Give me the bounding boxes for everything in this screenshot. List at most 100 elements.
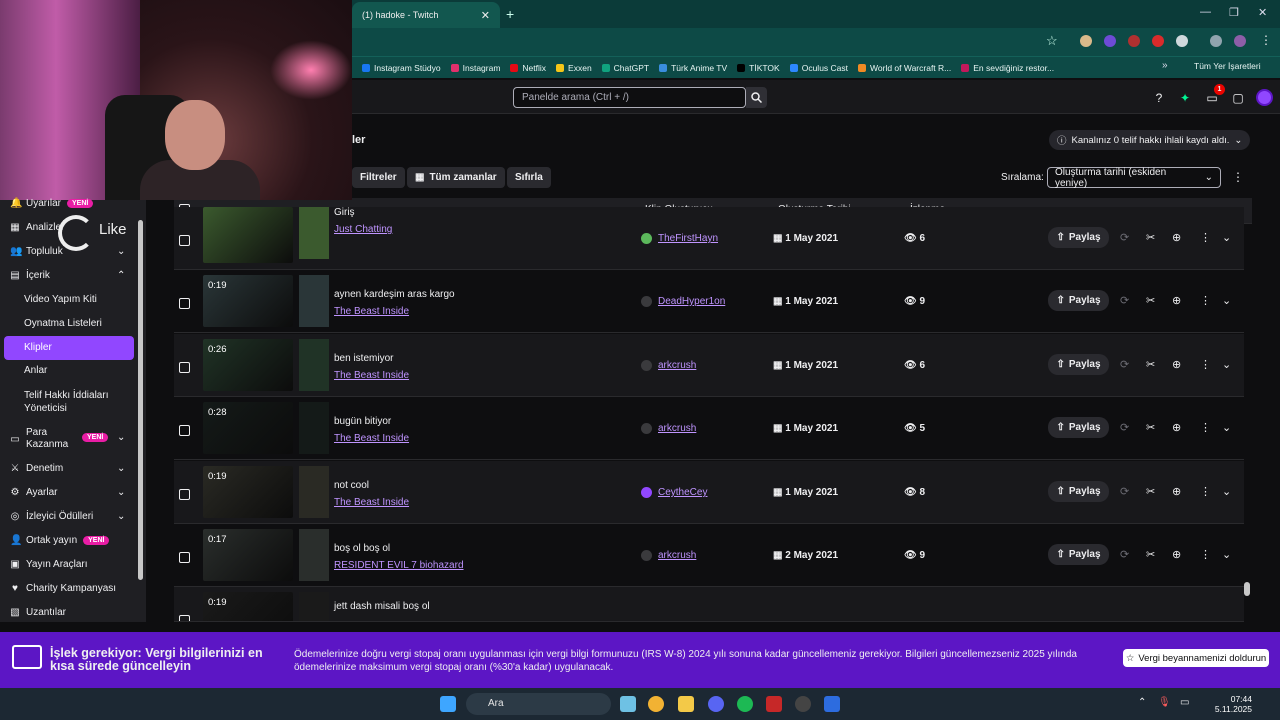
share-button[interactable]: ⇧ Paylaş xyxy=(1048,544,1109,565)
new-tab-button[interactable]: + xyxy=(506,6,514,22)
sort-select[interactable]: Oluşturma tarihi (eskiden yeniye) ⌄ xyxy=(1047,167,1221,189)
more-icon[interactable]: ⋮ xyxy=(1200,358,1211,371)
windows-start-icon[interactable] xyxy=(440,696,456,712)
clip-creator-link[interactable]: DeadHyper1on xyxy=(658,296,725,307)
more-icon[interactable]: ⋮ xyxy=(1200,548,1211,561)
row-checkbox[interactable] xyxy=(179,552,190,563)
clip-creator-link[interactable]: TheFirstHayn xyxy=(658,233,718,244)
taskbar-app-icon[interactable] xyxy=(766,696,782,712)
loop-icon[interactable]: ⟳ xyxy=(1120,294,1129,307)
bookmark-item[interactable]: Netflix xyxy=(510,63,546,73)
chevron-icon[interactable]: ⌄ xyxy=(117,246,125,257)
help-icon[interactable]: ? xyxy=(1151,90,1167,106)
plus-circle-icon[interactable]: ⊕ xyxy=(1172,421,1181,434)
steam-icon[interactable] xyxy=(795,696,811,712)
filters-button[interactable]: Filtreler xyxy=(352,167,405,188)
clip-thumbnail[interactable] xyxy=(203,207,293,263)
dashboard-search-input[interactable]: Panelde arama (Ctrl + /) xyxy=(513,87,746,108)
row-checkbox[interactable] xyxy=(179,235,190,246)
row-checkbox[interactable] xyxy=(179,489,190,500)
spotify-icon[interactable] xyxy=(737,696,753,712)
sidebar-item[interactable]: 👥 Topluluk xyxy=(10,246,63,257)
loop-icon[interactable]: ⟳ xyxy=(1120,485,1129,498)
clip-creator-link[interactable]: CeytheCey xyxy=(658,487,707,498)
sidebar-item[interactable]: ◎ İzleyici Ödülleri xyxy=(10,511,94,522)
user-avatar[interactable] xyxy=(1256,89,1273,106)
sparkle-icon[interactable]: ✦ xyxy=(1177,90,1193,106)
chrome-icon[interactable] xyxy=(648,696,664,712)
plus-circle-icon[interactable]: ⊕ xyxy=(1172,294,1181,307)
scissors-icon[interactable]: ✂ xyxy=(1146,421,1155,434)
bookmark-item[interactable]: Oculus Cast xyxy=(789,63,848,73)
share-button[interactable]: ⇧ Paylaş xyxy=(1048,417,1109,438)
extension-icon[interactable] xyxy=(1128,35,1140,47)
extension-icon[interactable] xyxy=(1104,35,1116,47)
more-icon[interactable]: ⋮ xyxy=(1200,421,1211,434)
sidebar-sub-item[interactable]: Anlar xyxy=(24,365,47,376)
taskbar-clock[interactable]: 07:44 5.11.2025 xyxy=(1204,694,1252,714)
maximize-button[interactable]: ❐ xyxy=(1229,6,1239,19)
search-button[interactable] xyxy=(746,87,767,108)
clip-game-link[interactable]: The Beast Inside xyxy=(334,306,409,317)
scissors-icon[interactable]: ✂ xyxy=(1146,231,1155,244)
expand-chevron-icon[interactable]: ⌄ xyxy=(1222,485,1231,498)
browser-tab[interactable]: (1) hadoke - Twitch ✕ xyxy=(352,2,500,28)
share-button[interactable]: ⇧ Paylaş xyxy=(1048,290,1109,311)
clip-game-link[interactable]: RESIDENT EVIL 7 biohazard xyxy=(334,560,464,571)
clip-game-link[interactable]: Just Chatting xyxy=(334,224,392,235)
scissors-icon[interactable]: ✂ xyxy=(1146,548,1155,561)
chevron-icon[interactable]: ⌄ xyxy=(117,463,125,474)
whispers-icon[interactable]: ▢ xyxy=(1230,90,1246,106)
bookmark-item[interactable]: Instagram Stüdyo xyxy=(362,63,441,73)
sidebar-item[interactable]: ▤ İçerik xyxy=(10,270,50,281)
network-icon[interactable]: ▭ xyxy=(1180,697,1189,708)
tray-chevron-icon[interactable]: ⌃ xyxy=(1138,697,1146,708)
sidebar-item[interactable]: ▦ Analizler xyxy=(10,222,64,233)
microphone-icon[interactable]: 🎙 xyxy=(1158,697,1171,708)
plus-circle-icon[interactable]: ⊕ xyxy=(1172,485,1181,498)
more-options-icon[interactable]: ⋮ xyxy=(1232,170,1244,184)
chevron-icon[interactable]: ⌄ xyxy=(117,487,125,498)
expand-chevron-icon[interactable]: ⌄ xyxy=(1222,421,1231,434)
bookmark-item[interactable]: Exxen xyxy=(556,63,592,73)
menu-icon[interactable]: ⋮ xyxy=(1260,33,1272,47)
share-button[interactable]: ⇧ Paylaş xyxy=(1048,354,1109,375)
clip-game-link[interactable]: The Beast Inside xyxy=(334,497,409,508)
minimize-button[interactable]: — xyxy=(1200,6,1211,18)
sidebar-item[interactable]: ⚔ Denetim xyxy=(10,463,64,474)
chevron-icon[interactable]: ⌃ xyxy=(117,270,125,281)
taskbar-app-icon[interactable] xyxy=(620,696,636,712)
sidebar-item[interactable]: ▧ Uzantılar xyxy=(10,607,66,618)
extension-icon[interactable] xyxy=(1152,35,1164,47)
taskbar-app-icon[interactable] xyxy=(824,696,840,712)
sidebar-sub-item[interactable]: Telif Hakkı İddiaları Yöneticisi xyxy=(24,389,124,415)
time-range-button[interactable]: ▦ Tüm zamanlar xyxy=(407,167,505,188)
plus-circle-icon[interactable]: ⊕ xyxy=(1172,358,1181,371)
sidebar-sub-item[interactable]: Video Yapım Kiti xyxy=(24,294,97,305)
row-checkbox[interactable] xyxy=(179,615,190,621)
scissors-icon[interactable]: ✂ xyxy=(1146,294,1155,307)
bookmark-item[interactable]: Instagram xyxy=(450,63,500,73)
clip-creator-link[interactable]: arkcrush xyxy=(658,360,696,371)
bookmark-item[interactable]: ChatGPT xyxy=(601,63,649,73)
sidebar-sub-item[interactable]: Klipler xyxy=(24,342,52,353)
discord-icon[interactable] xyxy=(708,696,724,712)
scissors-icon[interactable]: ✂ xyxy=(1146,485,1155,498)
expand-chevron-icon[interactable]: ⌄ xyxy=(1222,294,1231,307)
more-icon[interactable]: ⋮ xyxy=(1200,231,1211,244)
plus-circle-icon[interactable]: ⊕ xyxy=(1172,231,1181,244)
row-checkbox[interactable] xyxy=(179,425,190,436)
tab-close-icon[interactable]: ✕ xyxy=(481,9,490,22)
clip-creator-link[interactable]: arkcrush xyxy=(658,423,696,434)
profile-avatar[interactable] xyxy=(1234,35,1246,47)
tax-form-button[interactable]: ☆ Vergi beyannamenizi doldurun xyxy=(1123,649,1269,667)
extensions-puzzle-icon[interactable] xyxy=(1176,35,1188,47)
sidebar-scrollbar[interactable] xyxy=(138,220,143,580)
sidebar-item[interactable]: 👤 Ortak yayın YENİ xyxy=(10,535,110,546)
bookmark-item[interactable]: TİKTOK xyxy=(737,63,780,73)
more-icon[interactable]: ⋮ xyxy=(1200,485,1211,498)
sidebar-item[interactable]: ▭ Para Kazanma YENİ xyxy=(10,427,109,451)
loop-icon[interactable]: ⟳ xyxy=(1120,421,1129,434)
extension-icon[interactable] xyxy=(1080,35,1092,47)
bookmarks-more-icon[interactable]: » xyxy=(1162,60,1168,71)
